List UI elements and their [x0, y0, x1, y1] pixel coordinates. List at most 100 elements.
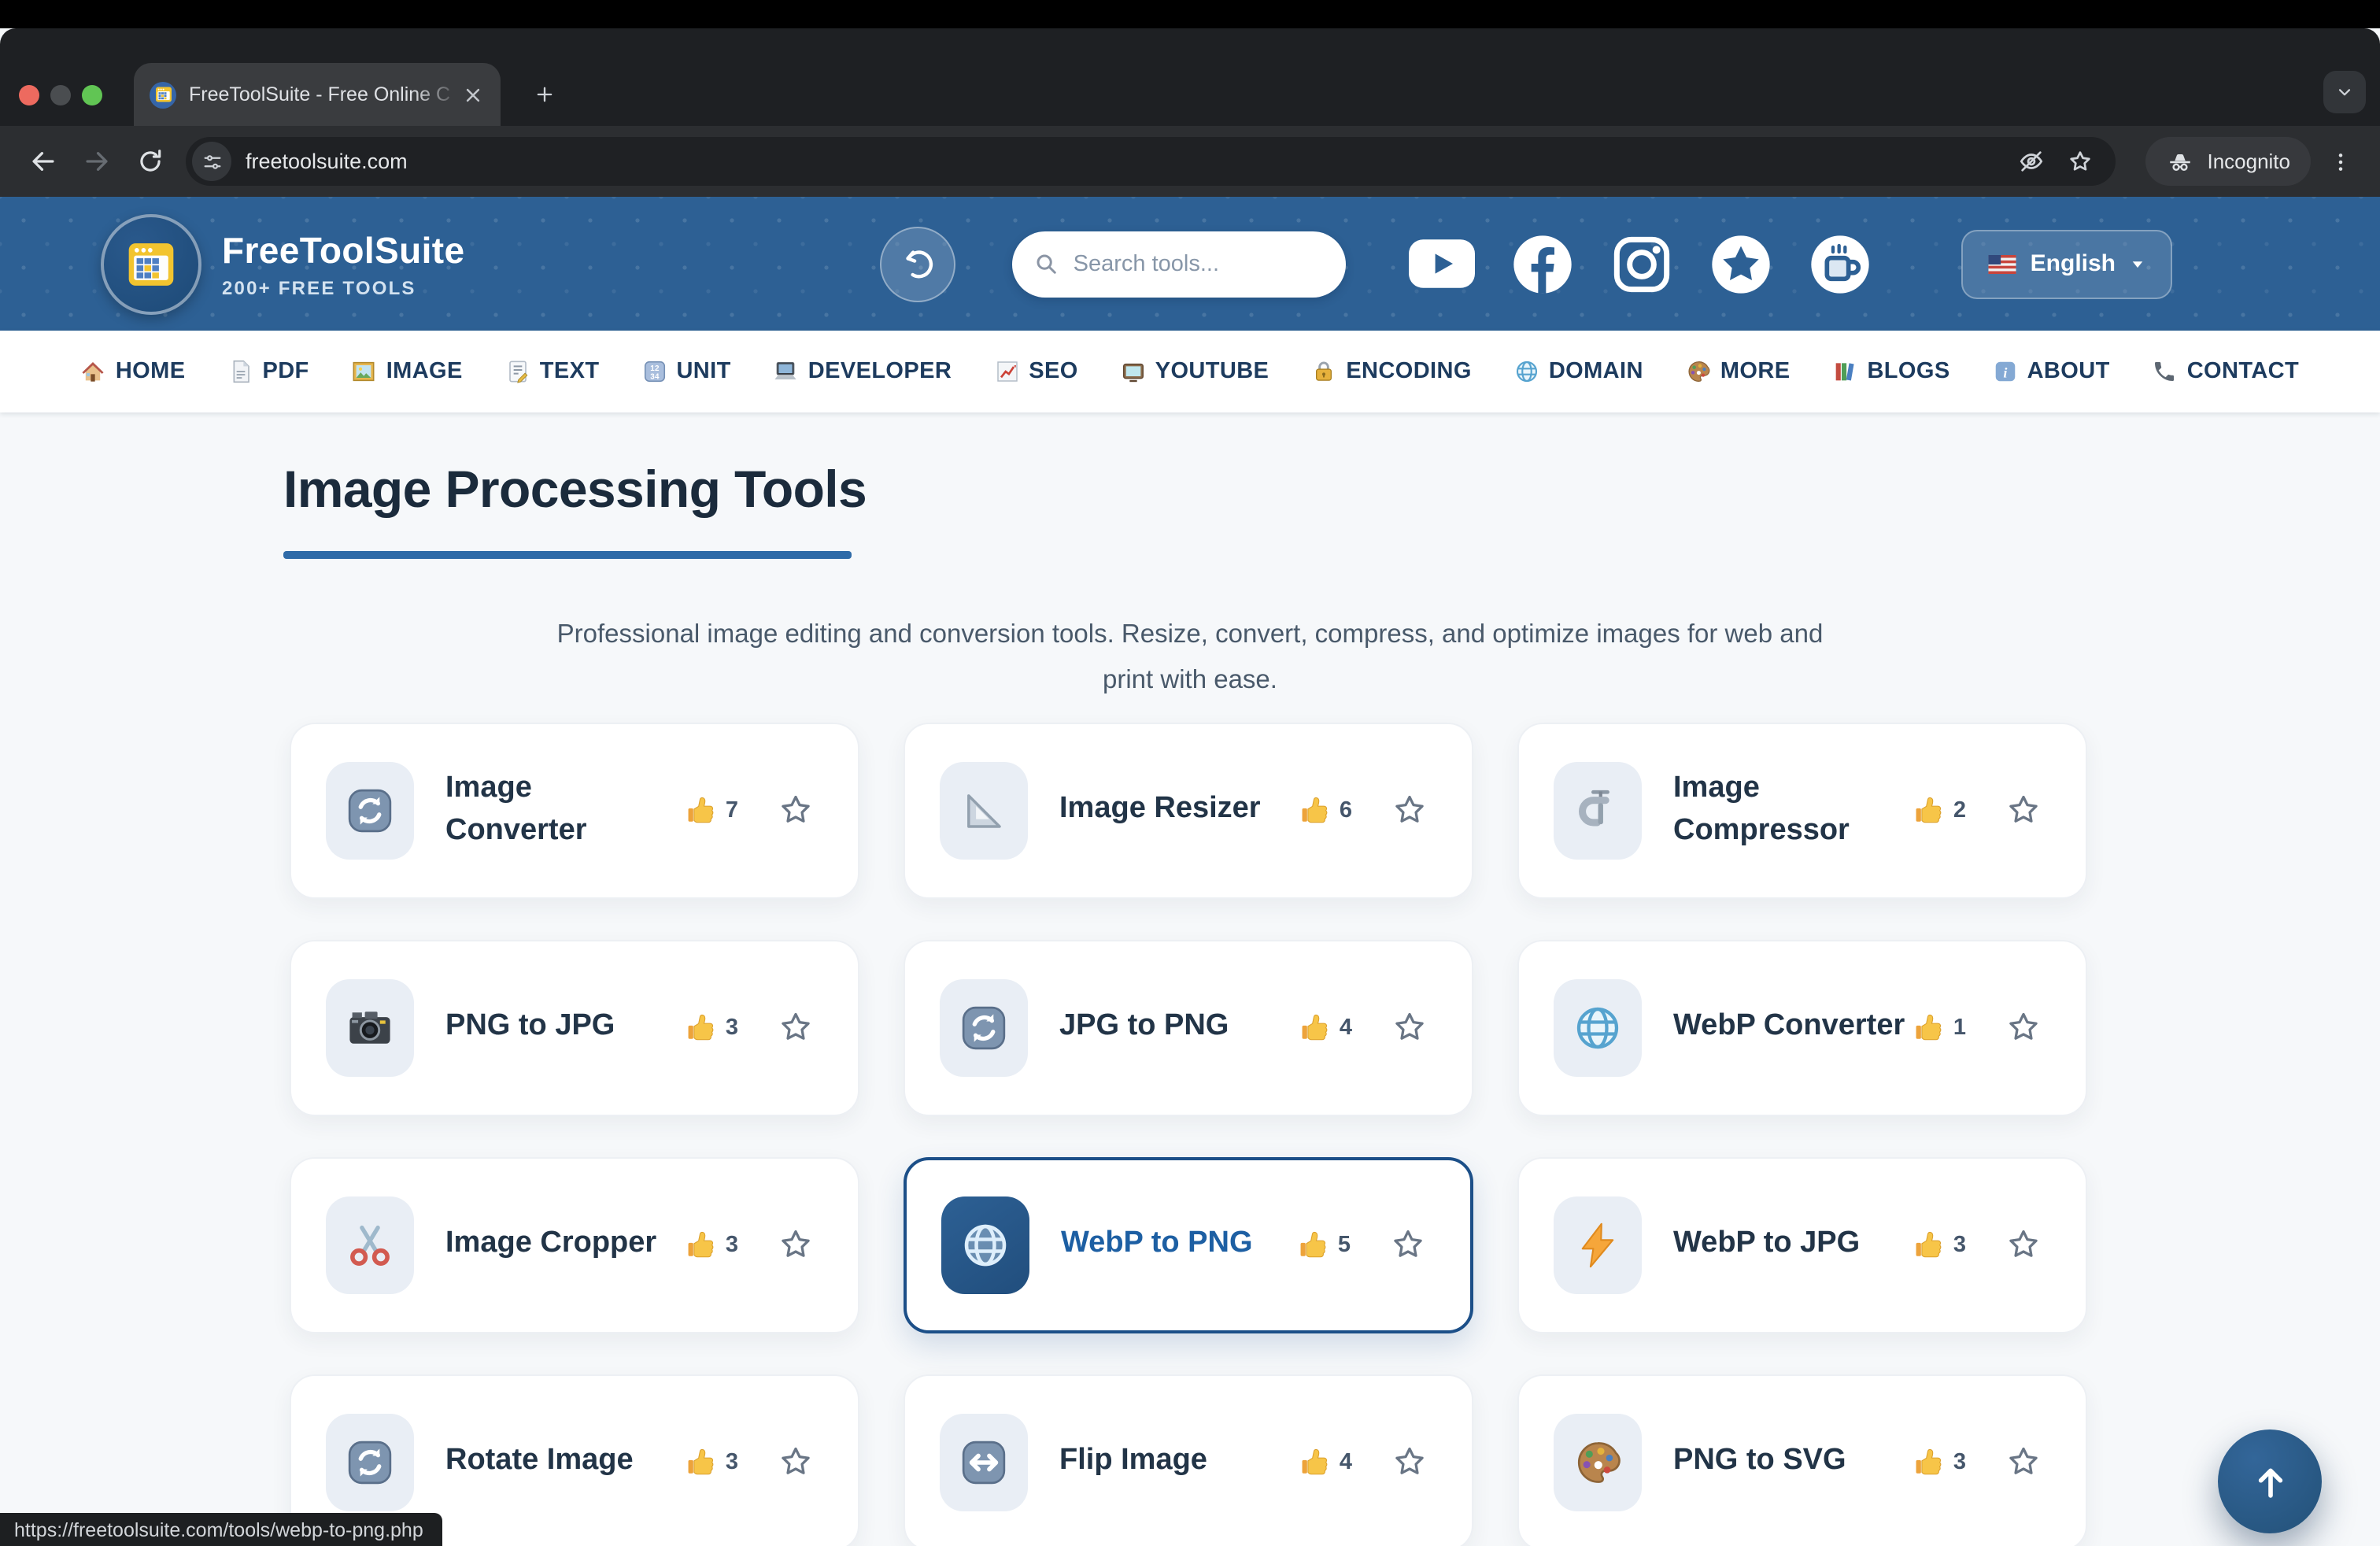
- like-button[interactable]: 1: [1913, 1011, 1966, 1044]
- like-count: 3: [726, 1449, 738, 1474]
- tool-card[interactable]: Flip Image 4: [904, 1374, 1473, 1546]
- chevron-down-icon: [2334, 82, 2355, 102]
- tool-icon: [1572, 785, 1623, 835]
- favorite-star-icon[interactable]: [778, 1009, 814, 1045]
- nav-item-label: BLOGS: [1867, 359, 1949, 384]
- window-controls: [19, 85, 102, 105]
- reload-button[interactable]: [123, 135, 176, 188]
- undo-button[interactable]: [880, 226, 955, 301]
- close-window-button[interactable]: [19, 85, 39, 105]
- nav-item-about[interactable]: i ABOUT: [1993, 359, 2110, 384]
- brand-block[interactable]: FreeToolSuite 200+ FREE TOOLS: [222, 229, 465, 298]
- nav-item-blogs[interactable]: BLOGS: [1832, 359, 1949, 384]
- favorite-star-icon[interactable]: [1390, 1226, 1426, 1263]
- language-selector[interactable]: English: [1961, 229, 2172, 298]
- tool-card[interactable]: WebP Converter 1: [1517, 939, 2087, 1115]
- favorite-star-icon[interactable]: [778, 1444, 814, 1480]
- tool-card[interactable]: Image Cropper 3: [290, 1156, 859, 1333]
- nav-item-contact[interactable]: CONTACT: [2153, 359, 2299, 384]
- nav-item-icon: 1234: [641, 359, 667, 384]
- like-button[interactable]: 4: [1299, 1011, 1352, 1044]
- incognito-label: Incognito: [2207, 150, 2290, 173]
- nav-item-developer[interactable]: DEVELOPER: [774, 359, 952, 384]
- browser-toolbar: freetoolsuite.com Incognito: [0, 126, 2380, 197]
- nav-item-text[interactable]: TEXT: [505, 359, 600, 384]
- instagram-icon[interactable]: [1610, 232, 1673, 295]
- browser-menu-button[interactable]: [2317, 138, 2364, 185]
- search-box[interactable]: [1012, 231, 1346, 297]
- incognito-badge: Incognito: [2145, 137, 2311, 186]
- nav-item-icon: [352, 359, 377, 384]
- tool-card[interactable]: PNG to JPG 3: [290, 939, 859, 1115]
- thumbs-up-icon: [1913, 1228, 1946, 1261]
- page-title: Image Processing Tools: [283, 460, 2380, 520]
- tool-card[interactable]: PNG to SVG 3: [1517, 1374, 2087, 1546]
- back-button[interactable]: [16, 135, 69, 188]
- zoom-window-button[interactable]: [82, 85, 102, 105]
- coffee-icon[interactable]: [1809, 232, 1872, 295]
- like-button[interactable]: 3: [685, 1445, 738, 1478]
- url-text[interactable]: freetoolsuite.com: [246, 150, 408, 173]
- like-button[interactable]: 7: [685, 793, 738, 827]
- tool-name: Image Converter: [445, 768, 685, 852]
- favorite-star-icon[interactable]: [1391, 792, 1428, 828]
- nav-item-label: IMAGE: [386, 359, 463, 384]
- favorite-star-icon[interactable]: [2005, 792, 2042, 828]
- search-input[interactable]: [1070, 250, 1324, 278]
- like-button[interactable]: 3: [685, 1011, 738, 1044]
- like-button[interactable]: 3: [1913, 1445, 1966, 1478]
- address-bar[interactable]: freetoolsuite.com: [186, 137, 2116, 186]
- nav-item-domain[interactable]: DOMAIN: [1514, 359, 1643, 384]
- like-button[interactable]: 3: [685, 1228, 738, 1261]
- like-button[interactable]: 3: [1913, 1228, 1966, 1261]
- nav-item-youtube[interactable]: YOUTUBE: [1121, 359, 1269, 384]
- favorites-icon[interactable]: [1709, 232, 1772, 295]
- favorite-star-icon[interactable]: [778, 1226, 814, 1263]
- svg-text:i: i: [2003, 364, 2007, 380]
- like-button[interactable]: 6: [1299, 793, 1352, 827]
- like-button[interactable]: 2: [1913, 793, 1966, 827]
- site-settings-button[interactable]: [192, 142, 231, 181]
- favorite-star-icon[interactable]: [1391, 1009, 1428, 1045]
- favorite-star-icon[interactable]: [2005, 1226, 2042, 1263]
- new-tab-button[interactable]: [523, 72, 565, 115]
- tab-search-button[interactable]: [2323, 71, 2366, 113]
- tool-card[interactable]: WebP to PNG 5: [904, 1156, 1473, 1333]
- tool-icon-tile: [940, 761, 1028, 859]
- minimize-window-button[interactable]: [50, 85, 71, 105]
- tool-card[interactable]: JPG to PNG 4: [904, 939, 1473, 1115]
- back-arrow-icon: [28, 146, 57, 176]
- macos-menu-strip: [0, 0, 2380, 28]
- nav-item-pdf[interactable]: PDF: [227, 359, 309, 384]
- site-logo[interactable]: [101, 213, 201, 314]
- favorite-star-icon[interactable]: [2005, 1444, 2042, 1480]
- bookmark-star-icon[interactable]: [2067, 148, 2094, 175]
- like-count: 2: [1953, 797, 1966, 823]
- like-button[interactable]: 4: [1299, 1445, 1352, 1478]
- nav-item-image[interactable]: IMAGE: [352, 359, 463, 384]
- browser-tab[interactable]: FreeToolSuite - Free Online C: [134, 63, 501, 126]
- thumbs-up-icon: [685, 1011, 718, 1044]
- scroll-to-top-button[interactable]: [2218, 1429, 2322, 1533]
- favorite-star-icon[interactable]: [778, 792, 814, 828]
- like-button[interactable]: 5: [1297, 1228, 1351, 1261]
- nav-item-encoding[interactable]: ENCODING: [1311, 359, 1472, 384]
- tool-card[interactable]: Image Resizer 6: [904, 722, 1473, 898]
- tool-name: WebP to PNG: [1061, 1224, 1297, 1266]
- tool-card[interactable]: Image Converter 7: [290, 722, 859, 898]
- tool-card[interactable]: WebP to JPG 3: [1517, 1156, 2087, 1333]
- tool-card[interactable]: Image Compressor 2: [1517, 722, 2087, 898]
- nav-item-unit[interactable]: 1234 UNIT: [641, 359, 730, 384]
- like-count: 6: [1340, 797, 1352, 823]
- eye-off-icon[interactable]: [2018, 148, 2045, 175]
- youtube-icon[interactable]: [1409, 239, 1475, 288]
- main-content: Image Processing Tools Professional imag…: [0, 412, 2380, 1546]
- tab-close-icon[interactable]: [461, 83, 485, 106]
- nav-item-home[interactable]: HOME: [81, 359, 186, 384]
- facebook-icon[interactable]: [1511, 232, 1574, 295]
- favorite-star-icon[interactable]: [1391, 1444, 1428, 1480]
- nav-item-seo[interactable]: SEO: [994, 359, 1077, 384]
- nav-item-more[interactable]: MORE: [1686, 359, 1791, 384]
- favorite-star-icon[interactable]: [2005, 1009, 2042, 1045]
- forward-button[interactable]: [69, 135, 123, 188]
